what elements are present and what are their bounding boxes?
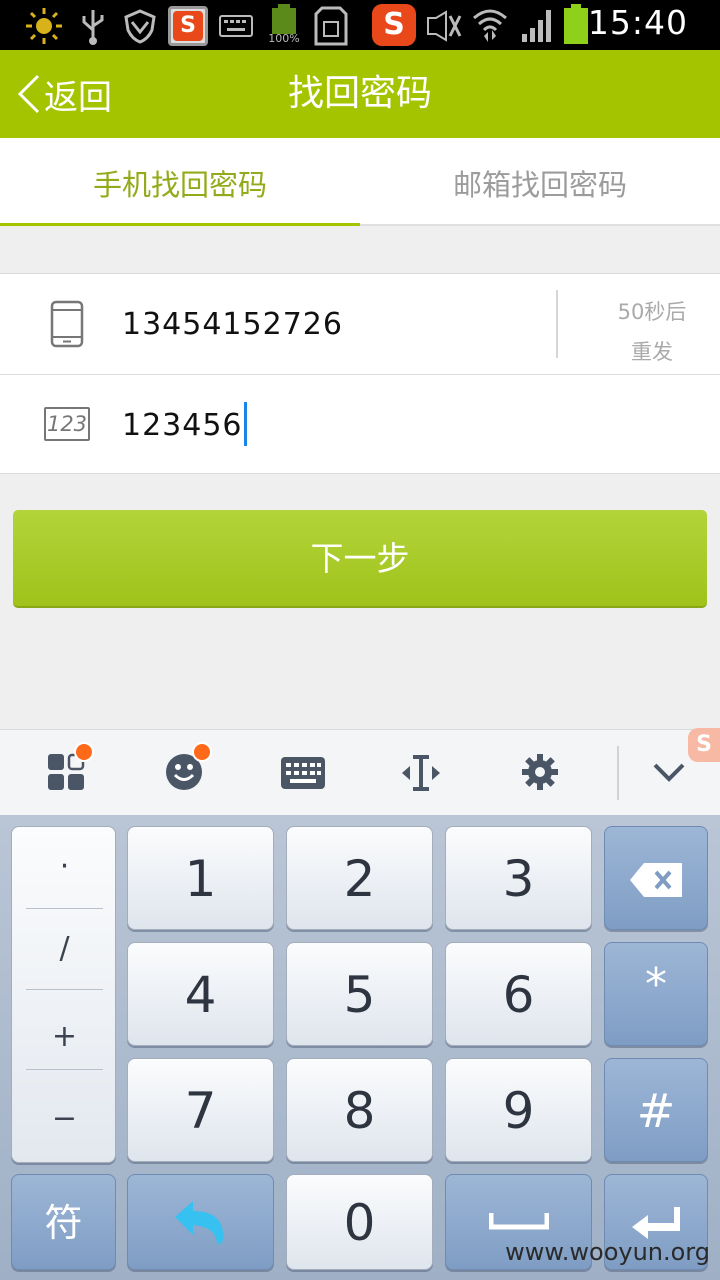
active-tab-indicator <box>0 223 360 226</box>
mute-icon <box>427 10 462 42</box>
keyboard-icon <box>219 15 253 37</box>
numeric-keyboard: · / + − 1 2 3 4 5 6 * 7 8 9 # 符 0 www.wo… <box>0 815 720 1280</box>
title-bar: 返回 找回密码 <box>0 50 720 138</box>
sogou-input-icon: S <box>372 4 416 46</box>
key-minus[interactable]: − <box>12 1079 117 1159</box>
status-time: 15:40 <box>587 3 688 42</box>
key-3-label: 3 <box>502 850 535 908</box>
sogou-app-icon: S <box>168 6 208 46</box>
backspace-icon <box>630 863 682 897</box>
key-6[interactable]: 6 <box>445 942 592 1046</box>
settings-icon[interactable] <box>521 753 559 791</box>
undo-arrow-icon <box>174 1201 223 1245</box>
battery-small-icon: 100% <box>268 4 300 46</box>
phone-row: 13454152726 50秒后 重发 <box>0 274 720 374</box>
key-dot[interactable]: · <box>12 827 117 907</box>
emoji-icon[interactable] <box>164 742 212 792</box>
key-7[interactable]: 7 <box>127 1058 274 1162</box>
symbol-divider <box>26 989 103 990</box>
notification-dot <box>74 742 94 762</box>
next-step-button[interactable]: 下一步 <box>13 510 707 608</box>
key-1[interactable]: 1 <box>127 826 274 930</box>
key-star-label: * <box>645 959 667 1010</box>
phone-icon <box>50 300 84 348</box>
key-5[interactable]: 5 <box>286 942 433 1046</box>
key-7-label: 7 <box>184 1082 217 1140</box>
sdcard-icon <box>314 6 348 46</box>
chevron-left-icon <box>17 74 40 114</box>
key-hash-label: # <box>636 1084 676 1138</box>
sogou-corner-icon: S <box>688 728 720 762</box>
toolbar-divider <box>617 746 619 800</box>
key-3[interactable]: 3 <box>445 826 592 930</box>
return-key[interactable] <box>127 1174 274 1270</box>
key-9-label: 9 <box>502 1082 535 1140</box>
sogou-app-badge: S <box>173 11 203 41</box>
cursor-move-icon[interactable] <box>400 752 442 794</box>
resend-label: 重发 <box>631 340 673 364</box>
numeric-123-icon: 123 <box>44 407 90 441</box>
recovery-form: 13454152726 50秒后 重发 123 123456 <box>0 273 720 474</box>
phone-input[interactable]: 13454152726 <box>122 274 343 374</box>
collapse-chevron-icon[interactable] <box>652 760 686 784</box>
shield-icon <box>124 9 156 44</box>
key-star[interactable]: * <box>604 942 708 1046</box>
notification-dot <box>192 742 212 762</box>
signal-icon <box>522 10 551 42</box>
tab-email-recovery[interactable]: 邮箱找回密码 <box>360 138 720 226</box>
battery-icon <box>564 4 588 44</box>
back-button[interactable]: 返回 <box>16 50 112 138</box>
verification-code-value: 123456 <box>122 408 243 443</box>
key-8[interactable]: 8 <box>286 1058 433 1162</box>
enter-icon <box>632 1207 680 1239</box>
key-plus[interactable]: + <box>12 997 117 1077</box>
symbol-divider <box>26 1069 103 1070</box>
battery-percent-label: 100% <box>268 32 300 45</box>
symbol-column: · / + − <box>11 826 116 1163</box>
key-4[interactable]: 4 <box>127 942 274 1046</box>
verification-code-input[interactable]: 123456 <box>122 375 247 475</box>
key-0-label: 0 <box>343 1194 376 1252</box>
apps-grid-icon[interactable] <box>46 742 94 792</box>
watermark: www.wooyun.org <box>505 1238 710 1266</box>
space-icon <box>488 1213 549 1230</box>
key-8-label: 8 <box>343 1082 376 1140</box>
wifi-icon <box>473 9 507 42</box>
key-2-label: 2 <box>343 850 376 908</box>
backspace-key[interactable] <box>604 826 708 930</box>
sun-icon <box>26 8 62 44</box>
tab-bar: 手机找回密码 邮箱找回密码 <box>0 138 720 226</box>
status-bar: S 100% S 15:40 <box>0 0 720 50</box>
key-slash[interactable]: / <box>12 909 117 989</box>
key-4-label: 4 <box>184 966 217 1024</box>
key-1-label: 1 <box>184 850 217 908</box>
tab-phone-recovery[interactable]: 手机找回密码 <box>0 138 360 226</box>
key-hash[interactable]: # <box>604 1058 708 1162</box>
usb-icon <box>82 10 104 45</box>
key-9[interactable]: 9 <box>445 1058 592 1162</box>
resend-code-button[interactable]: 50秒后 重发 <box>600 292 704 372</box>
resend-countdown-label: 50秒后 <box>617 300 687 324</box>
resend-divider <box>556 290 558 358</box>
keyboard-toolbar <box>0 729 720 815</box>
key-5-label: 5 <box>343 966 376 1024</box>
key-6-label: 6 <box>502 966 535 1024</box>
key-2[interactable]: 2 <box>286 826 433 930</box>
symbol-switch-key[interactable]: 符 <box>11 1174 116 1270</box>
keyboard-switch-icon[interactable] <box>280 756 326 790</box>
symbol-switch-label: 符 <box>44 1201 83 1245</box>
text-cursor <box>243 401 247 446</box>
back-label: 返回 <box>44 77 112 118</box>
code-row: 123 123456 <box>0 375 720 475</box>
key-0[interactable]: 0 <box>286 1174 433 1270</box>
